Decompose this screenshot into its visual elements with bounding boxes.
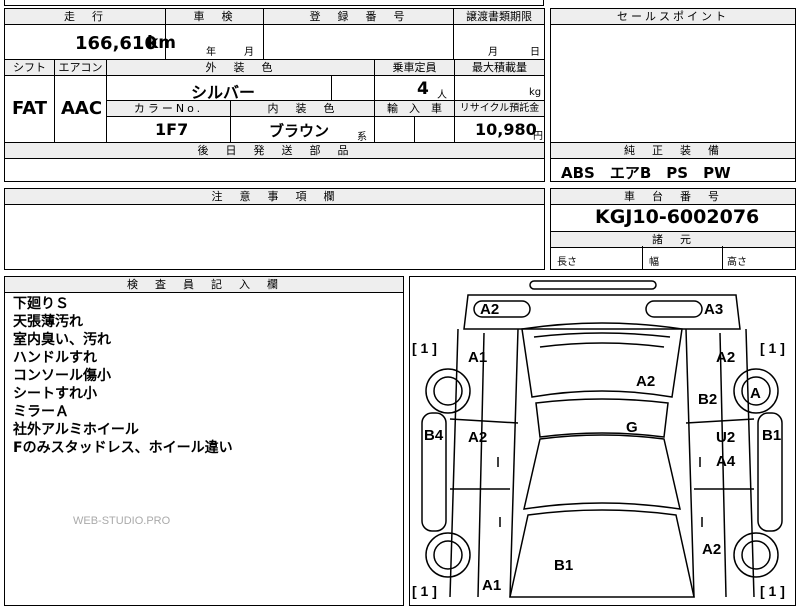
inspection-header: 車 検 — [166, 9, 263, 25]
later-parts-header: 後 日 発 送 部 品 — [5, 143, 544, 159]
inspector-note: 下廻りＳ — [13, 296, 69, 312]
recycle-header: リサイクル預託金 — [455, 101, 544, 117]
mileage-cell: 走 行 166,610 km — [4, 8, 176, 60]
aircon-header: エアコン — [55, 60, 107, 76]
exterior-color-value: シルバー — [191, 83, 256, 102]
damage-right-door-bottom: A4 — [716, 453, 736, 470]
damage-left-rear-door: A1 — [468, 349, 488, 366]
transfer-month: 月 — [488, 47, 498, 58]
damage-rear-left: A2 — [480, 301, 500, 318]
sales-point-header: セールスポイント — [551, 9, 795, 25]
damage-roof-rear: A2 — [636, 373, 656, 390]
damage-hood: B1 — [554, 557, 574, 574]
capacity-unit: 人 — [437, 90, 447, 101]
registration-cell: 登 録 番 号 — [263, 8, 454, 60]
recycle-unit: 円 — [533, 131, 543, 142]
inspector-note: 天張薄汚れ — [13, 314, 83, 330]
inspector-note: Fのみスタッドレス、ホイール違い — [13, 440, 233, 456]
equipment-header: 純 正 装 備 — [551, 143, 795, 159]
aircon-value: AAC — [61, 98, 103, 119]
shift-value: FAT — [12, 98, 48, 119]
inspector-note: ミラーＡ — [13, 404, 69, 420]
damage-right-sill: B1 — [762, 427, 782, 444]
inspector-header: 検 査 員 記 入 欄 — [5, 277, 403, 293]
inspector-note: シートすれ小 — [13, 386, 97, 402]
inspector-box: 検 査 員 記 入 欄 下廻りＳ 天張薄汚れ 室内臭い、汚れ ハンドルすれ コン… — [4, 276, 404, 606]
damage-right-door-top: U2 — [716, 429, 736, 446]
chassis-value: KGJ10-6002076 — [595, 206, 760, 228]
equipment-value: ABS エアB PS PW — [561, 164, 731, 182]
chassis-box: 車 台 番 号 KGJ10-6002076 諸 元 長さ 幅 高さ — [550, 188, 796, 270]
damage-left-sill: B4 — [424, 427, 444, 444]
inspector-note: 室内臭い、汚れ — [13, 332, 111, 348]
damage-right-rear-wheel: A — [750, 385, 761, 402]
spec-width: 幅 — [649, 257, 659, 268]
car-diagram-box: [ 1 ] [ 1 ] [ 1 ] [ 1 ] A2 A3 A1 A2 A2 A… — [409, 276, 796, 606]
capacity-header: 乗車定員 — [375, 60, 455, 76]
damage-left-front: A1 — [482, 577, 502, 594]
max-load-header: 最大積載量 — [455, 60, 544, 76]
chassis-header: 車 台 番 号 — [551, 189, 795, 205]
caution-box: 注 意 事 項 欄 — [4, 188, 545, 270]
inspection-cell: 車 検 年 月 — [165, 8, 264, 60]
bracket-bottom-right: [ 1 ] — [760, 583, 785, 599]
later-parts-box: 後 日 発 送 部 品 — [4, 142, 545, 182]
registration-header: 登 録 番 号 — [264, 9, 453, 25]
import-car-b — [415, 116, 455, 142]
color-no-value: 1F7 — [155, 120, 189, 139]
exterior-color-extra — [332, 75, 375, 101]
max-load-unit: kg — [529, 87, 542, 98]
import-car-a — [375, 116, 415, 142]
sales-point-box: セールスポイント — [550, 8, 796, 146]
mileage-value: 166,610 — [75, 33, 157, 54]
damage-left-door: A2 — [468, 429, 488, 446]
recycle-value: 10,980 — [475, 120, 537, 139]
watermark: WEB-STUDIO.PRO — [73, 515, 171, 527]
exterior-color-header: 外 装 色 — [107, 60, 375, 76]
top-strip — [4, 0, 544, 6]
spec-height: 高さ — [727, 257, 747, 268]
transfer-deadline-cell: 譲渡書類期限 月 日 — [453, 8, 545, 60]
bracket-bottom-left: [ 1 ] — [412, 583, 437, 599]
mileage-header: 走 行 — [5, 9, 165, 25]
import-car-header: 輸 入 車 — [375, 101, 455, 117]
damage-rear-right: A3 — [704, 301, 724, 318]
interior-color-value: ブラウン — [269, 122, 330, 140]
caution-header: 注 意 事 項 欄 — [5, 189, 544, 205]
inspection-year: 年 — [206, 47, 216, 58]
inspector-note: ハンドルすれ — [13, 350, 97, 366]
damage-roof: G — [626, 419, 638, 436]
damage-right-rear-panel: B2 — [698, 391, 718, 408]
spec-length: 長さ — [557, 257, 577, 268]
inspector-note: コンソール傷小 — [13, 368, 111, 384]
capacity-value: 4 — [417, 79, 429, 99]
color-no-header: カラーNo. — [107, 101, 231, 117]
interior-color-suffix: 系 — [357, 132, 367, 143]
spec-block: シフト エアコン 外 装 色 乗車定員 最大積載量 FAT AAC シルバー 4… — [4, 59, 545, 143]
transfer-deadline-header: 譲渡書類期限 — [454, 9, 544, 25]
equipment-box: 純 正 装 備 ABS エアB PS PW — [550, 142, 796, 182]
damage-right-front: A2 — [702, 541, 722, 558]
bracket-top-left: [ 1 ] — [412, 340, 437, 356]
inspector-note: 社外アルミホイール — [13, 422, 139, 438]
bracket-top-right: [ 1 ] — [760, 340, 785, 356]
shift-header: シフト — [5, 60, 55, 76]
damage-right-rear-quarter: A2 — [716, 349, 736, 366]
interior-color-header: 内 装 色 — [231, 101, 375, 117]
transfer-day: 日 — [530, 47, 540, 58]
inspection-month: 月 — [244, 47, 254, 58]
